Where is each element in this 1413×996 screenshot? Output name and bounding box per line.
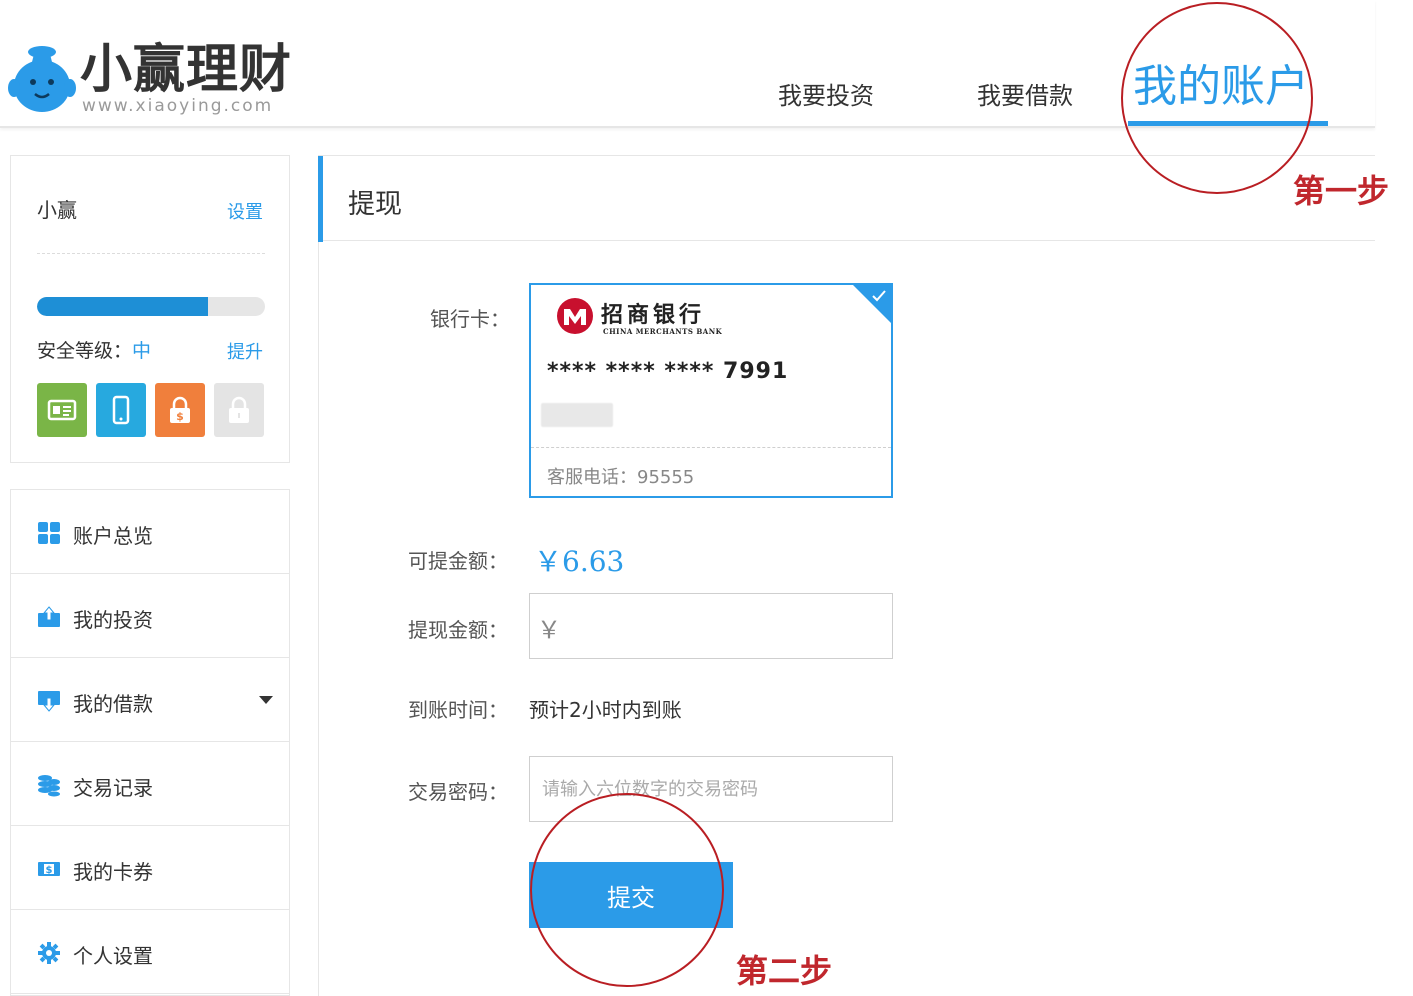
grid-icon bbox=[38, 522, 60, 544]
bank-hotline: 客服电话：95555 bbox=[547, 467, 695, 488]
security-level-value: 中 bbox=[132, 340, 152, 362]
sidebar-item-my-loans[interactable]: 我的借款 bbox=[11, 658, 289, 742]
checkmark-icon bbox=[872, 290, 886, 302]
coins-icon bbox=[38, 775, 60, 797]
sidebar-item-personal-settings[interactable]: 个人设置 bbox=[11, 910, 289, 994]
gear-icon bbox=[38, 942, 60, 964]
chevron-down-icon[interactable] bbox=[259, 696, 273, 704]
bank-card-selector[interactable]: 招商银行 CHINA MERCHANTS BANK **** **** ****… bbox=[529, 283, 893, 498]
site-header: 小赢理财 www.xiaoying.com 我要投资 我要借款 我的账户 bbox=[0, 0, 1375, 128]
submit-button[interactable]: 提交 bbox=[529, 862, 733, 928]
invest-icon bbox=[38, 606, 60, 627]
card-owner-redacted bbox=[541, 403, 613, 427]
step2-label: 第二步 bbox=[736, 952, 833, 990]
dollar-lock-icon[interactable]: $ bbox=[155, 383, 205, 437]
nav-active-indicator bbox=[1128, 121, 1328, 126]
divider bbox=[37, 253, 265, 254]
lock-icon[interactable] bbox=[214, 383, 264, 437]
card-divider bbox=[531, 447, 891, 448]
id-card-icon[interactable] bbox=[37, 383, 87, 437]
yen-prefix: ￥ bbox=[537, 616, 561, 644]
nav-invest[interactable]: 我要投资 bbox=[778, 76, 874, 111]
upgrade-security-link[interactable]: 提升 bbox=[227, 338, 263, 364]
mascot-logo-icon[interactable] bbox=[8, 42, 76, 114]
sidebar-item-label: 交易记录 bbox=[73, 776, 153, 800]
trade-password-input[interactable] bbox=[529, 756, 893, 822]
sidebar-item-label: 我的卡券 bbox=[73, 860, 153, 884]
sidebar-item-label: 个人设置 bbox=[73, 944, 153, 968]
sidebar-menu: 账户总览 我的投资 我的借款 交易记录 $ 我的卡券 个人设置 bbox=[10, 489, 290, 996]
withdraw-amount-input[interactable] bbox=[529, 593, 893, 659]
sidebar-item-label: 我的借款 bbox=[73, 692, 153, 716]
brand-url: www.xiaoying.com bbox=[82, 96, 274, 116]
security-label-text: 安全等级： bbox=[37, 340, 133, 362]
panel-accent-bar bbox=[318, 156, 323, 242]
bank-name-english: CHINA MERCHANTS BANK bbox=[603, 327, 723, 336]
bank-name: 招商银行 bbox=[601, 302, 706, 328]
user-name: 小赢 bbox=[37, 198, 77, 222]
sidebar-item-account-overview[interactable]: 账户总览 bbox=[11, 490, 289, 574]
card-number: **** **** **** 7991 bbox=[547, 359, 789, 384]
trade-password-label: 交易密码： bbox=[408, 780, 508, 804]
brand-name[interactable]: 小赢理财 bbox=[80, 40, 292, 100]
cmb-bank-logo-icon bbox=[557, 298, 593, 334]
settings-link[interactable]: 设置 bbox=[227, 198, 263, 224]
svg-text:$: $ bbox=[46, 865, 53, 876]
voucher-icon: $ bbox=[38, 862, 60, 876]
loan-icon bbox=[38, 691, 60, 712]
arrival-time-label: 到账时间： bbox=[408, 698, 508, 722]
security-progress-fill bbox=[37, 297, 208, 316]
bank-card-label: 银行卡： bbox=[430, 307, 510, 331]
panel-header: 提现 bbox=[318, 155, 1375, 242]
user-summary-panel: 小赢 设置 安全等级：中 提升 $ bbox=[10, 155, 290, 463]
sidebar-item-transactions[interactable]: 交易记录 bbox=[11, 742, 289, 826]
security-progress-bar bbox=[37, 297, 265, 316]
nav-borrow[interactable]: 我要借款 bbox=[977, 76, 1073, 111]
step1-label: 第一步 bbox=[1293, 172, 1390, 210]
sidebar-item-label: 账户总览 bbox=[73, 524, 153, 548]
svg-text:$: $ bbox=[176, 410, 184, 423]
sidebar-item-my-investments[interactable]: 我的投资 bbox=[11, 574, 289, 658]
available-amount-value: ￥6.63 bbox=[534, 545, 625, 578]
available-amount-label: 可提金额： bbox=[408, 549, 508, 573]
security-level-label: 安全等级：中 bbox=[37, 336, 151, 363]
sidebar-item-label: 我的投资 bbox=[73, 608, 153, 632]
arrival-time-value: 预计2小时内到账 bbox=[529, 698, 682, 722]
phone-icon[interactable] bbox=[96, 383, 146, 437]
page-title: 提现 bbox=[348, 189, 402, 220]
nav-my-account[interactable]: 我的账户 bbox=[1133, 50, 1309, 114]
sidebar-item-vouchers[interactable]: $ 我的卡券 bbox=[11, 826, 289, 910]
withdraw-amount-label: 提现金额： bbox=[408, 618, 508, 642]
